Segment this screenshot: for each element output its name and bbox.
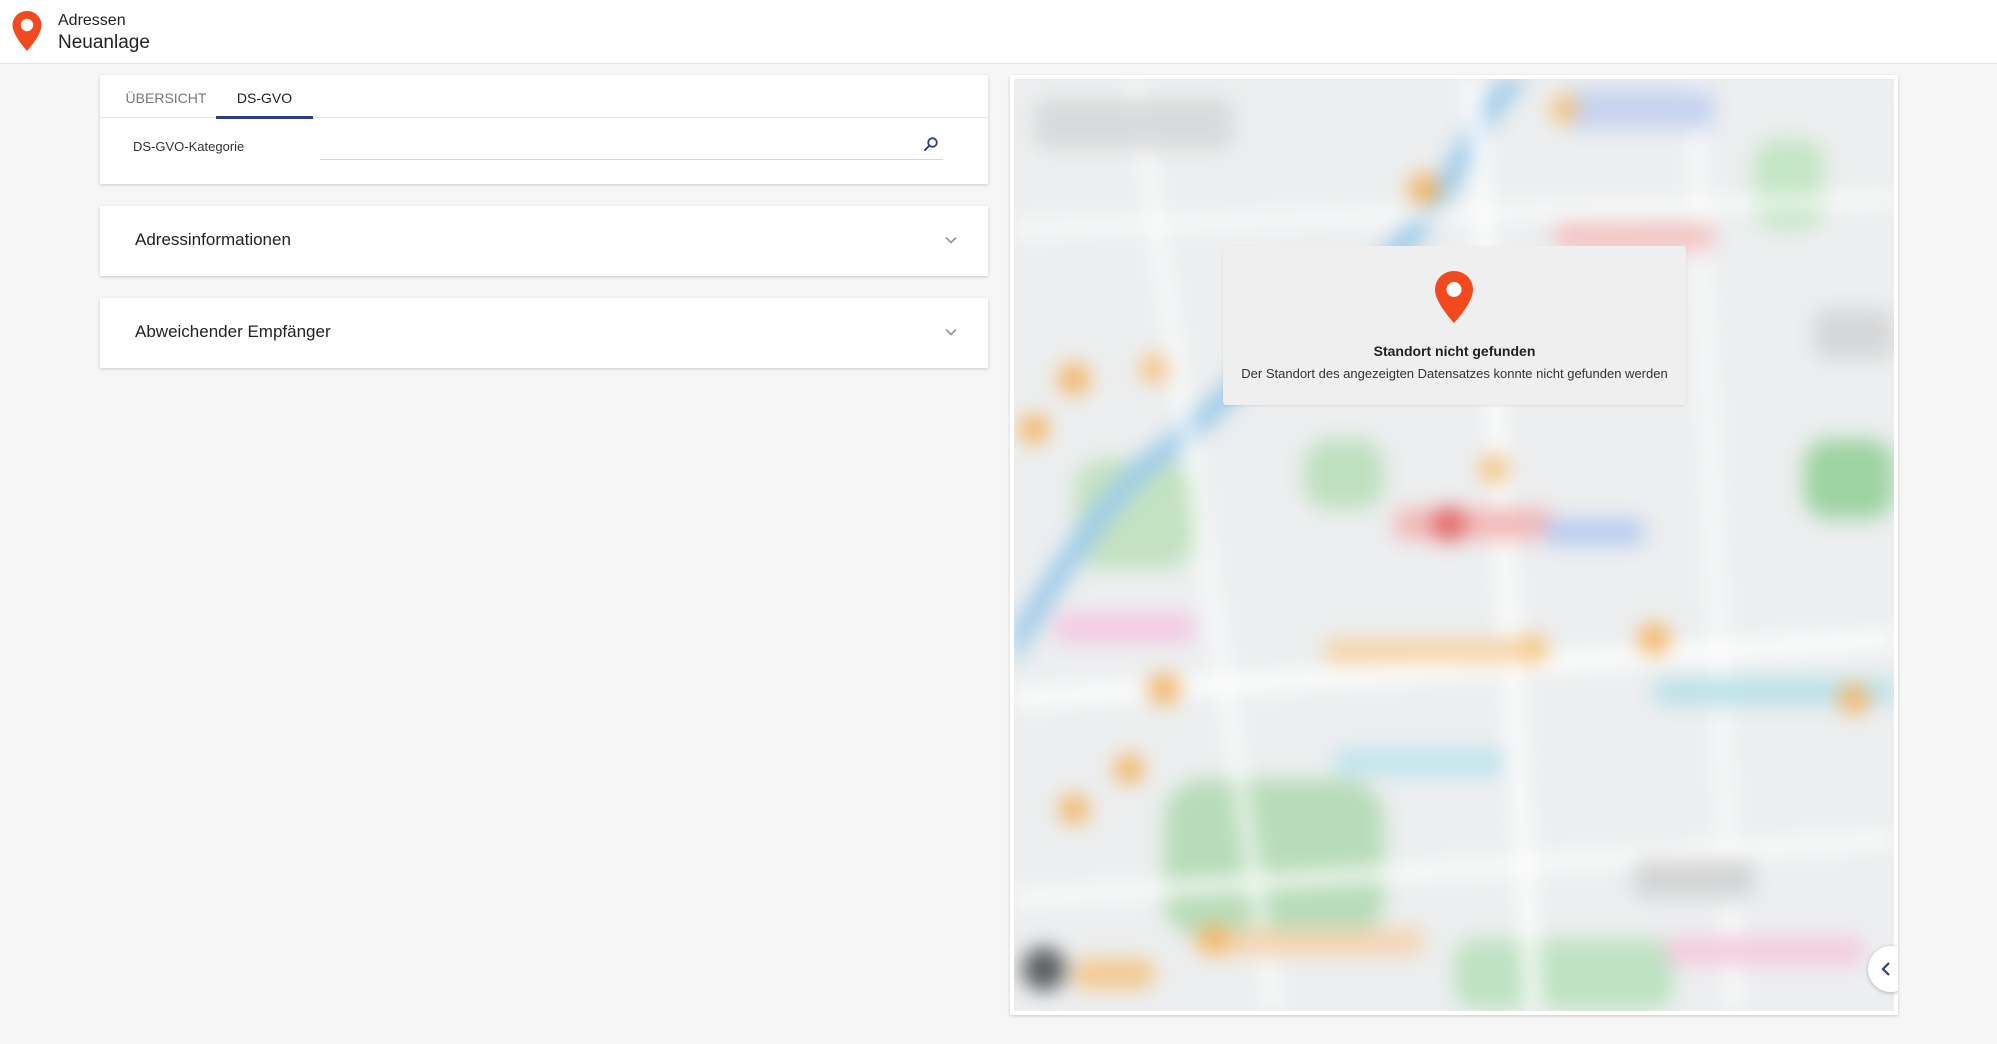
dsgvo-category-input[interactable]: [320, 130, 910, 158]
chevron-left-icon: [1881, 962, 1890, 976]
tab-bar: ÜBERSICHT DS-GVO: [100, 75, 988, 119]
message-title: Standort nicht gefunden: [1373, 343, 1536, 359]
map-panel: Standort nicht gefunden Der Standort des…: [1010, 75, 1898, 1015]
map-background: [1014, 79, 1894, 1011]
location-pin-icon: [12, 10, 42, 51]
location-not-found-message: Standort nicht gefunden Der Standort des…: [1223, 246, 1686, 405]
accordion-title: Abweichender Empfänger: [135, 322, 331, 341]
search-icon[interactable]: [923, 136, 939, 152]
page-title: Neuanlage: [58, 32, 150, 53]
accordion-title: Adressinformationen: [135, 230, 291, 249]
accordion-address-info[interactable]: Adressinformationen: [100, 206, 988, 276]
chevron-down-icon[interactable]: [944, 233, 958, 247]
chevron-down-icon[interactable]: [944, 325, 958, 339]
accordion-alternate-recipient[interactable]: Abweichender Empfänger: [100, 298, 988, 368]
header-subtitle: Adressen: [58, 12, 126, 29]
dsgvo-category-label: DS-GVO-Kategorie: [133, 139, 245, 154]
location-pin-icon: [1435, 271, 1473, 323]
tab-dsgvo[interactable]: DS-GVO: [216, 75, 313, 119]
dsgvo-category-field: [320, 130, 943, 160]
blurred-map-image: [1014, 79, 1894, 1011]
dsgvo-card: ÜBERSICHT DS-GVO DS-GVO-Kategorie: [100, 75, 988, 184]
message-text: Der Standort des angezeigten Datensatzes…: [1241, 366, 1668, 381]
app-header: Adressen Neuanlage: [0, 0, 1997, 64]
tab-overview[interactable]: ÜBERSICHT: [112, 75, 220, 118]
